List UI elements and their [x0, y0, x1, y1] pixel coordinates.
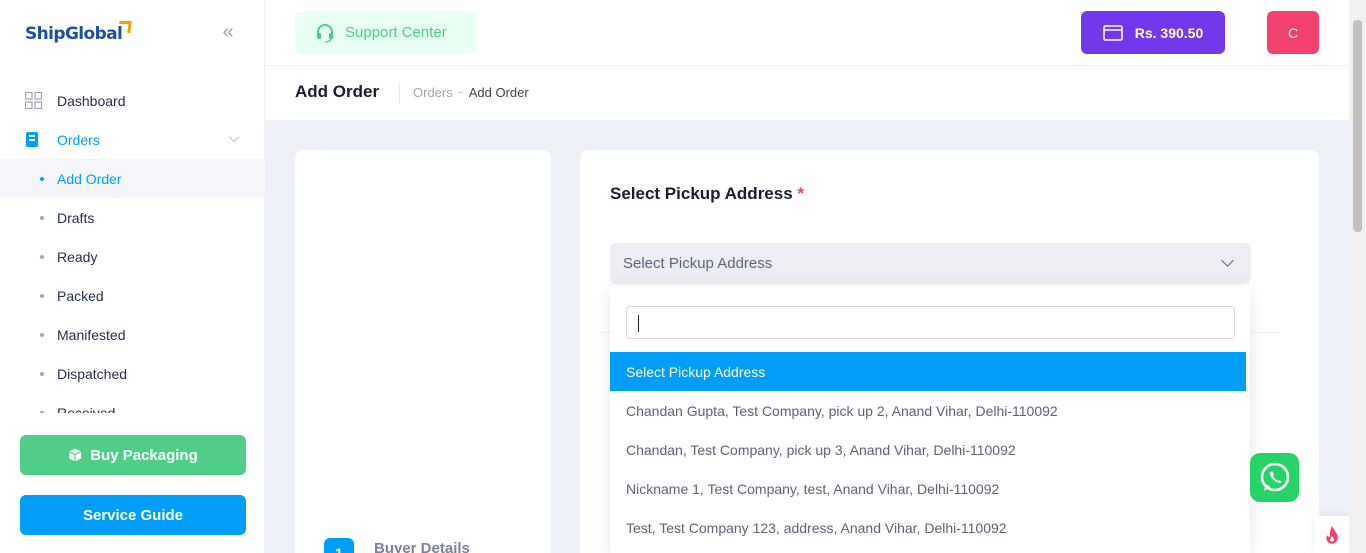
logo-text: ShipGlobal: [25, 24, 123, 44]
required-marker: *: [797, 184, 805, 203]
sidebar-subitem-drafts[interactable]: Drafts: [0, 198, 265, 237]
sidebar-subitem-label: Ready: [57, 248, 98, 265]
fire-widget-button[interactable]: [1314, 516, 1350, 553]
breadcrumb-orders-link[interactable]: Orders: [413, 85, 453, 100]
dropdown-option[interactable]: Select Pickup Address: [610, 352, 1246, 391]
user-avatar[interactable]: C: [1267, 11, 1319, 54]
service-guide-label: Service Guide: [82, 506, 184, 524]
sidebar-item-label: Orders: [57, 131, 100, 148]
pickup-address-title: Select Pickup Address *: [610, 184, 804, 204]
dropdown-search-input[interactable]: [626, 306, 1235, 339]
wallet-balance: Rs. 390.50: [1134, 24, 1204, 41]
sidebar-subitem-label: Received: [57, 404, 116, 414]
sidebar-subitem-label: Drafts: [57, 209, 95, 226]
sidebar-subitem-add-order[interactable]: Add Order: [0, 159, 265, 198]
sidebar-subitem-received[interactable]: Received: [0, 393, 265, 413]
buy-packaging-button[interactable]: Buy Packaging: [20, 435, 246, 475]
step-label[interactable]: Buyer Details: [374, 540, 470, 553]
collapse-sidebar-icon[interactable]: «: [218, 22, 238, 42]
page-toolbar: Add Order Orders Add Order: [265, 66, 1349, 120]
sidebar-subitem-label: Manifested: [57, 326, 126, 343]
dropdown-option[interactable]: Test, Test Company 123, address, Anand V…: [610, 508, 1246, 547]
bullet-icon: [40, 177, 44, 181]
dropdown-option[interactable]: Nickname 1, Test Company, test, Anand Vi…: [610, 469, 1246, 508]
top-header: Support Center Rs. 390.50 C: [265, 0, 1349, 66]
sidebar-item-dashboard[interactable]: Dashboard: [0, 81, 265, 120]
wallet-icon: [1102, 24, 1123, 41]
page-title: Add Order: [295, 82, 380, 101]
bullet-icon: [40, 372, 44, 376]
dropdown-option[interactable]: Chandan Gupta, Test Company, pick up 2, …: [610, 391, 1246, 430]
dropdown-options: Select Pickup Address Chandan Gupta, Tes…: [610, 352, 1246, 547]
grid-icon: [25, 92, 42, 109]
headset-icon: [317, 23, 333, 43]
sidebar-nav: Dashboard Orders Add Order Drafts Ready …: [0, 81, 265, 413]
chevron-down-icon: [229, 132, 239, 142]
box-icon: [68, 448, 82, 462]
text-cursor: [638, 315, 639, 332]
whatsapp-icon: [1260, 462, 1289, 491]
section-title-text: Select Pickup Address: [610, 184, 793, 203]
sidebar-subitem-ready[interactable]: Ready: [0, 237, 265, 276]
sidebar-item-orders[interactable]: Orders: [0, 120, 265, 159]
scrollbar-thumb[interactable]: [1353, 20, 1362, 232]
sidebar-subitem-dispatched[interactable]: Dispatched: [0, 354, 265, 393]
whatsapp-button[interactable]: [1250, 453, 1299, 502]
bullet-icon: [40, 294, 44, 298]
sidebar-subitem-packed[interactable]: Packed: [0, 276, 265, 315]
select-value: Select Pickup Address: [623, 255, 773, 272]
bullet-icon: [40, 255, 44, 259]
breadcrumb-separator: [458, 92, 463, 93]
sidebar-item-label: Dashboard: [57, 92, 126, 109]
sidebar: ShipGlobal « Dashboard Orders Add Order …: [0, 0, 265, 553]
breadcrumb-divider: [399, 83, 400, 103]
service-guide-button[interactable]: Service Guide: [20, 495, 246, 535]
pickup-address-select[interactable]: Select Pickup Address: [610, 243, 1251, 284]
wallet-balance-button[interactable]: Rs. 390.50: [1081, 11, 1225, 54]
support-center-button[interactable]: Support Center: [295, 11, 476, 54]
steps-card: 1 Buyer Details: [295, 150, 551, 553]
breadcrumb: Orders Add Order: [413, 85, 529, 100]
logo-arrow-icon: [118, 21, 132, 33]
orders-icon: [26, 132, 38, 147]
support-center-label: Support Center: [345, 24, 447, 41]
breadcrumb-current: Add Order: [468, 85, 529, 100]
sidebar-subitem-label: Dispatched: [57, 365, 128, 382]
dropdown-option[interactable]: Chandan, Test Company, pick up 3, Anand …: [610, 430, 1246, 469]
step-number: 1: [324, 538, 354, 553]
bullet-icon: [40, 216, 44, 220]
bullet-icon: [40, 333, 44, 337]
sidebar-subitem-label: Add Order: [57, 170, 122, 187]
fire-icon: [1326, 525, 1338, 544]
page-scrollbar[interactable]: [1349, 0, 1366, 553]
sidebar-subitem-manifested[interactable]: Manifested: [0, 315, 265, 354]
shipglobal-logo[interactable]: ShipGlobal: [25, 20, 132, 48]
pickup-address-dropdown: Select Pickup Address Chandan Gupta, Tes…: [610, 286, 1250, 553]
bullet-icon: [40, 411, 44, 413]
chevron-down-icon: [1221, 254, 1234, 267]
sidebar-subitem-label: Packed: [57, 287, 104, 304]
buy-packaging-label: Buy Packaging: [90, 446, 198, 464]
